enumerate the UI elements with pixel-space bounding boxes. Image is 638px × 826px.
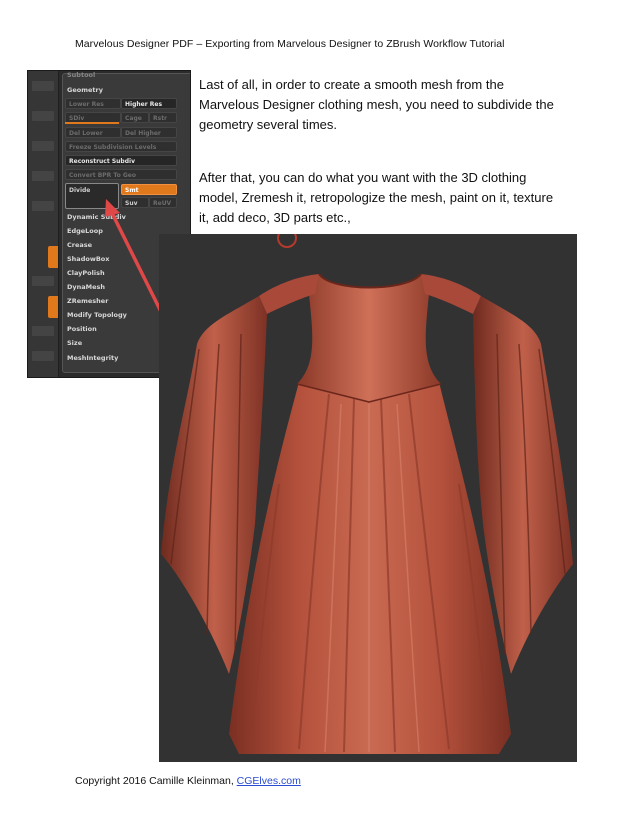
page-header: Marvelous Designer PDF – Exporting from … — [75, 38, 505, 50]
page-footer: Copyright 2016 Camille Kleinman, CGElves… — [75, 775, 301, 787]
dress-render-image — [159, 234, 577, 762]
dress-illustration — [161, 234, 573, 754]
copyright-text: Copyright 2016 Camille Kleinman, — [75, 775, 237, 787]
cgelves-link[interactable]: CGElves.com — [237, 775, 301, 787]
paragraph-after-that: After that, you can do what you want wit… — [199, 170, 554, 225]
paragraph-subdivide: Last of all, in order to create a smooth… — [199, 77, 554, 132]
